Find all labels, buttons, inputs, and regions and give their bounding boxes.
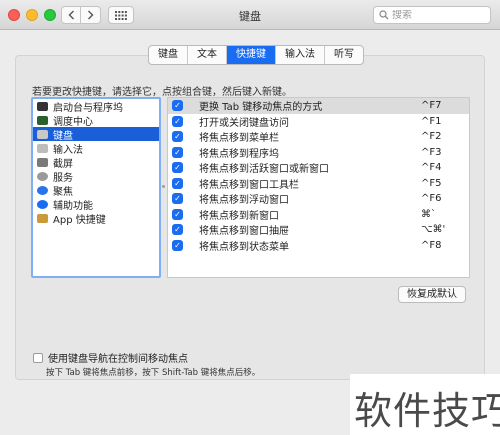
category-item-launchpad-dock[interactable]: 启动台与程序坞 bbox=[33, 99, 159, 114]
shortcut-label: 将焦点移到菜单栏 bbox=[199, 133, 279, 145]
category-label: 输入法 bbox=[53, 144, 83, 156]
services-gear-icon bbox=[37, 171, 48, 181]
option-description: 按下 Tab 键将焦点前移，按下 Shift-Tab 键将焦点后移。 bbox=[46, 368, 261, 378]
app-shortcuts-icon bbox=[37, 213, 48, 223]
split-view-divider[interactable] bbox=[162, 185, 165, 188]
restore-defaults-button[interactable]: 恢复成默认 bbox=[398, 286, 466, 303]
shortcut-list: ✓ 更换 Tab 键移动焦点的方式 ^F7 ✓ 打开或关闭键盘访问 ^F1 ✓ … bbox=[167, 97, 470, 278]
shortcut-key[interactable]: ^F5 bbox=[421, 178, 469, 189]
shortcut-key[interactable]: ^F8 bbox=[421, 240, 469, 251]
shortcut-row[interactable]: ✓ 将焦点移到菜单栏 ^F2 bbox=[168, 129, 469, 145]
shortcut-key[interactable]: ^F7 bbox=[421, 100, 469, 111]
shortcut-key[interactable]: ⌘` bbox=[421, 209, 469, 220]
shortcut-row[interactable]: ✓ 将焦点移到窗口工具栏 ^F5 bbox=[168, 176, 469, 192]
search-box[interactable] bbox=[373, 6, 491, 24]
checkbox-checked[interactable]: ✓ bbox=[172, 115, 183, 127]
shortcut-key[interactable]: ^F3 bbox=[421, 147, 469, 158]
checkbox-checked[interactable]: ✓ bbox=[172, 208, 183, 220]
category-item-app-shortcuts[interactable]: App 快捷键 bbox=[33, 211, 159, 226]
checkbox-checked[interactable]: ✓ bbox=[172, 193, 183, 205]
category-label: 启动台与程序坞 bbox=[53, 102, 123, 114]
keyboard-icon bbox=[37, 129, 48, 139]
category-item-spotlight[interactable]: 聚焦 bbox=[33, 183, 159, 198]
shortcut-row[interactable]: ✓ 将焦点移到窗口抽屉 ⌥⌘' bbox=[168, 222, 469, 238]
category-label: 截屏 bbox=[53, 158, 73, 170]
shortcut-label: 将焦点移到窗口工具栏 bbox=[199, 179, 299, 191]
category-item-services[interactable]: 服务 bbox=[33, 169, 159, 184]
category-item-keyboard[interactable]: 键盘 bbox=[33, 127, 159, 142]
category-item-screenshots[interactable]: 截屏 bbox=[33, 155, 159, 170]
shortcut-key[interactable]: ^F4 bbox=[421, 162, 469, 173]
checkbox-checked[interactable]: ✓ bbox=[172, 224, 183, 236]
shortcut-row[interactable]: ✓ 将焦点移到状态菜单 ^F8 bbox=[168, 238, 469, 254]
checkbox-checked[interactable]: ✓ bbox=[172, 131, 183, 143]
checkbox-checked[interactable]: ✓ bbox=[172, 239, 183, 251]
shortcut-label: 将焦点移到状态菜单 bbox=[199, 241, 289, 253]
shortcut-label: 打开或关闭键盘访问 bbox=[199, 117, 289, 129]
shortcut-row[interactable]: ✓ 将焦点移到新窗口 ⌘` bbox=[168, 207, 469, 223]
title-bar: 键盘 bbox=[0, 0, 500, 30]
checkbox-label: 使用键盘导航在控制间移动焦点 bbox=[48, 354, 188, 365]
shortcut-key[interactable]: ^F1 bbox=[421, 116, 469, 127]
shortcut-label: 将焦点移到程序坞 bbox=[199, 148, 279, 160]
tab-dictation[interactable]: 听写 bbox=[325, 46, 363, 64]
watermark-text: 软件技巧 bbox=[354, 389, 500, 433]
category-label: 聚焦 bbox=[53, 186, 73, 198]
tab-input-sources[interactable]: 输入法 bbox=[276, 46, 325, 64]
launchpad-dock-icon bbox=[37, 101, 48, 111]
category-item-accessibility[interactable]: 辅助功能 bbox=[33, 197, 159, 212]
shortcut-row[interactable]: ✓ 将焦点移到浮动窗口 ^F6 bbox=[168, 191, 469, 207]
watermark: 软件技巧 bbox=[350, 374, 500, 435]
shortcut-row[interactable]: ✓ 打开或关闭键盘访问 ^F1 bbox=[168, 114, 469, 130]
search-input[interactable] bbox=[392, 9, 472, 21]
shortcut-label: 将焦点移到活跃窗口或新窗口 bbox=[199, 164, 329, 176]
keyboard-navigation-option[interactable]: 使用键盘导航在控制间移动焦点 bbox=[33, 350, 188, 365]
mission-control-icon bbox=[37, 115, 48, 125]
category-label: 键盘 bbox=[53, 130, 73, 142]
shortcut-row[interactable]: ✓ 更换 Tab 键移动焦点的方式 ^F7 bbox=[168, 98, 469, 114]
shortcut-row[interactable]: ✓ 将焦点移到程序坞 ^F3 bbox=[168, 145, 469, 161]
shortcut-label: 将焦点移到浮动窗口 bbox=[199, 195, 289, 207]
category-list: 启动台与程序坞 调度中心 键盘 输入法 截屏 服务 聚焦 辅助功能 App 快捷… bbox=[31, 97, 161, 278]
tab-shortcuts[interactable]: 快捷键 bbox=[227, 46, 276, 64]
category-item-input-sources[interactable]: 输入法 bbox=[33, 141, 159, 156]
checkbox-checked[interactable]: ✓ bbox=[172, 146, 183, 158]
shortcut-key[interactable]: ^F6 bbox=[421, 193, 469, 204]
shortcut-key[interactable]: ^F2 bbox=[421, 131, 469, 142]
spotlight-icon bbox=[37, 185, 48, 195]
instruction-text: 若要更改快捷键，请选择它，点按组合键，然后键入新键。 bbox=[32, 87, 292, 98]
search-icon bbox=[379, 10, 389, 20]
category-label: 辅助功能 bbox=[53, 200, 93, 212]
shortcut-label: 更换 Tab 键移动焦点的方式 bbox=[199, 102, 323, 114]
category-label: 调度中心 bbox=[53, 116, 93, 128]
checkbox-checked[interactable]: ✓ bbox=[172, 100, 183, 112]
category-label: App 快捷键 bbox=[53, 214, 106, 226]
checkbox-checked[interactable]: ✓ bbox=[172, 177, 183, 189]
accessibility-icon bbox=[37, 199, 48, 209]
input-sources-icon bbox=[37, 143, 48, 153]
screenshot-icon bbox=[37, 157, 48, 167]
category-label: 服务 bbox=[53, 172, 73, 184]
tab-keyboard[interactable]: 键盘 bbox=[149, 46, 188, 64]
shortcut-key[interactable]: ⌥⌘' bbox=[421, 224, 469, 235]
shortcut-label: 将焦点移到窗口抽屉 bbox=[199, 226, 289, 238]
shortcut-row[interactable]: ✓ 将焦点移到活跃窗口或新窗口 ^F4 bbox=[168, 160, 469, 176]
checkbox-checked[interactable]: ✓ bbox=[172, 162, 183, 174]
category-item-mission-control[interactable]: 调度中心 bbox=[33, 113, 159, 128]
tab-bar: 键盘 文本 快捷键 输入法 听写 bbox=[148, 45, 364, 65]
shortcut-label: 将焦点移到新窗口 bbox=[199, 210, 279, 222]
tab-text[interactable]: 文本 bbox=[188, 46, 227, 64]
checkbox-unchecked[interactable] bbox=[33, 352, 43, 363]
